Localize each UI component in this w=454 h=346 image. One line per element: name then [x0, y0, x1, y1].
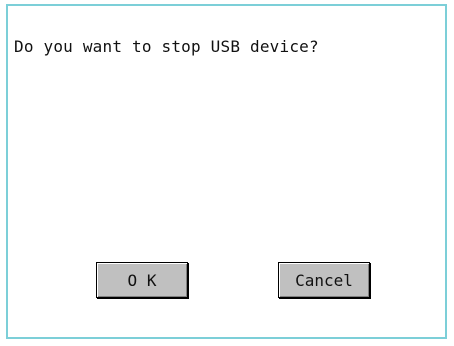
cancel-button[interactable]: Cancel — [278, 262, 370, 298]
ok-button[interactable]: O K — [96, 262, 188, 298]
usb-stop-dialog: Do you want to stop USB device? O K Canc… — [6, 4, 447, 339]
dialog-message: Do you want to stop USB device? — [14, 37, 319, 56]
